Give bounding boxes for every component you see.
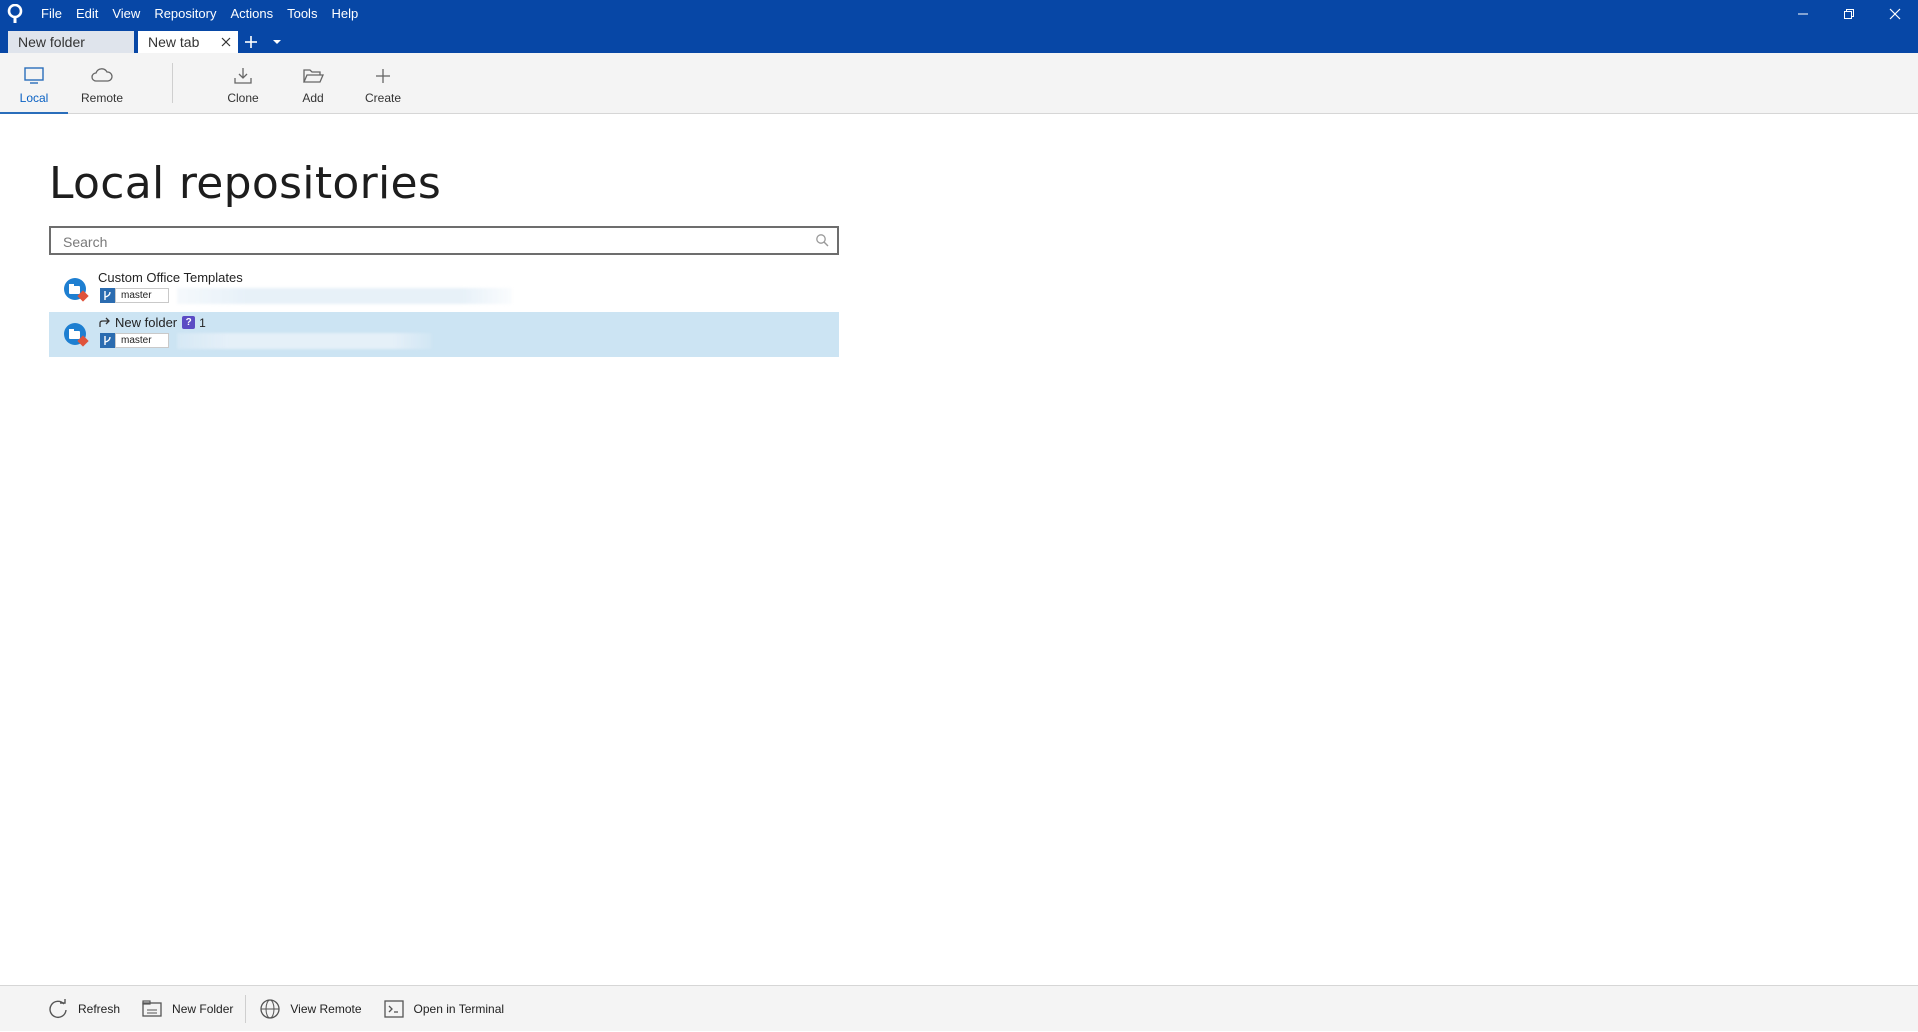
close-window-icon[interactable]: [1872, 0, 1918, 28]
menu-view[interactable]: View: [105, 0, 147, 28]
sourcetree-logo-icon[interactable]: [0, 0, 30, 28]
menu-actions[interactable]: Actions: [223, 0, 280, 28]
remote-label: Remote: [80, 91, 124, 105]
open-terminal-label: Open in Terminal: [413, 1001, 505, 1016]
globe-icon: [258, 997, 282, 1021]
refresh-icon: [46, 997, 70, 1021]
add-label: Add: [302, 91, 324, 105]
view-remote-label: View Remote: [290, 1001, 362, 1016]
menu-bar: File Edit View Repository Actions Tools …: [34, 0, 365, 28]
add-button[interactable]: Add: [288, 53, 338, 114]
untracked-files-badge: ?: [182, 316, 196, 329]
plus-icon: [374, 63, 392, 89]
repo-name-text: New folder: [115, 315, 178, 330]
monitor-icon: [23, 63, 45, 89]
folder-open-icon: [302, 63, 324, 89]
title-bar: File Edit View Repository Actions Tools …: [0, 0, 1918, 28]
toolbar: Local Remote Clone Add Create: [0, 53, 1918, 114]
view-remote-button[interactable]: View Remote: [258, 986, 362, 1032]
repo-name-text: Custom Office Templates: [98, 270, 243, 285]
menu-file[interactable]: File: [34, 0, 69, 28]
terminal-icon: [382, 997, 406, 1021]
new-folder-button[interactable]: New Folder: [140, 986, 233, 1032]
branch-row: master: [100, 287, 512, 304]
refresh-label: Refresh: [78, 1001, 121, 1016]
branch-icon: [100, 333, 115, 348]
download-icon: [232, 63, 254, 89]
redirect-arrow-icon: [98, 317, 111, 328]
bottom-bar: Refresh New Folder View Remote Open in T…: [0, 985, 1918, 1031]
refresh-button[interactable]: Refresh: [46, 986, 120, 1032]
menu-repository[interactable]: Repository: [147, 0, 223, 28]
tab-new-tab[interactable]: New tab: [138, 31, 238, 53]
git-repo-icon: [63, 322, 91, 350]
repository-list: Custom Office Templates master New folde…: [49, 267, 839, 357]
branch-icon: [100, 288, 115, 303]
local-button[interactable]: Local: [0, 53, 68, 114]
add-tab-icon[interactable]: [238, 31, 264, 53]
menu-tools[interactable]: Tools: [280, 0, 324, 28]
restore-icon[interactable]: [1826, 0, 1872, 28]
repo-item-new-folder[interactable]: New folder ? 1 master: [49, 312, 839, 357]
branch-name: master: [115, 333, 169, 348]
cloud-icon: [90, 63, 114, 89]
git-repo-icon: [63, 277, 91, 305]
untracked-files-count: 1: [199, 315, 206, 330]
local-label: Local: [19, 91, 49, 105]
close-tab-icon[interactable]: [218, 34, 234, 50]
window-controls: [1780, 0, 1918, 28]
search-box: [49, 226, 839, 255]
create-label: Create: [364, 91, 402, 105]
clone-label: Clone: [227, 91, 259, 105]
minimize-icon[interactable]: [1780, 0, 1826, 28]
search-input[interactable]: [61, 228, 805, 255]
toolbar-divider: [172, 63, 173, 103]
create-button[interactable]: Create: [357, 53, 409, 114]
open-terminal-button[interactable]: Open in Terminal: [382, 986, 505, 1032]
repo-path-redacted: [176, 332, 432, 349]
tab-label: New tab: [148, 34, 200, 50]
tab-label: New folder: [18, 34, 85, 50]
repo-item-custom-office-templates[interactable]: Custom Office Templates master: [49, 267, 839, 312]
menu-help[interactable]: Help: [324, 0, 365, 28]
repo-name: New folder ? 1: [98, 315, 206, 330]
repo-name: Custom Office Templates: [98, 270, 243, 285]
tab-new-folder[interactable]: New folder: [8, 31, 134, 53]
branch-row: master: [100, 332, 432, 349]
remote-button[interactable]: Remote: [72, 53, 132, 114]
clone-button[interactable]: Clone: [218, 53, 268, 114]
search-icon[interactable]: [815, 233, 829, 252]
menu-edit[interactable]: Edit: [69, 0, 105, 28]
new-folder-icon: [140, 997, 164, 1021]
branch-name: master: [115, 288, 169, 303]
page-title: Local repositories: [49, 158, 442, 209]
new-folder-label: New Folder: [172, 1001, 234, 1016]
repo-path-redacted: [176, 287, 512, 304]
bottom-divider: [245, 994, 247, 1023]
tab-strip: New folder New tab: [0, 28, 1918, 53]
tab-dropdown-icon[interactable]: [264, 31, 290, 53]
